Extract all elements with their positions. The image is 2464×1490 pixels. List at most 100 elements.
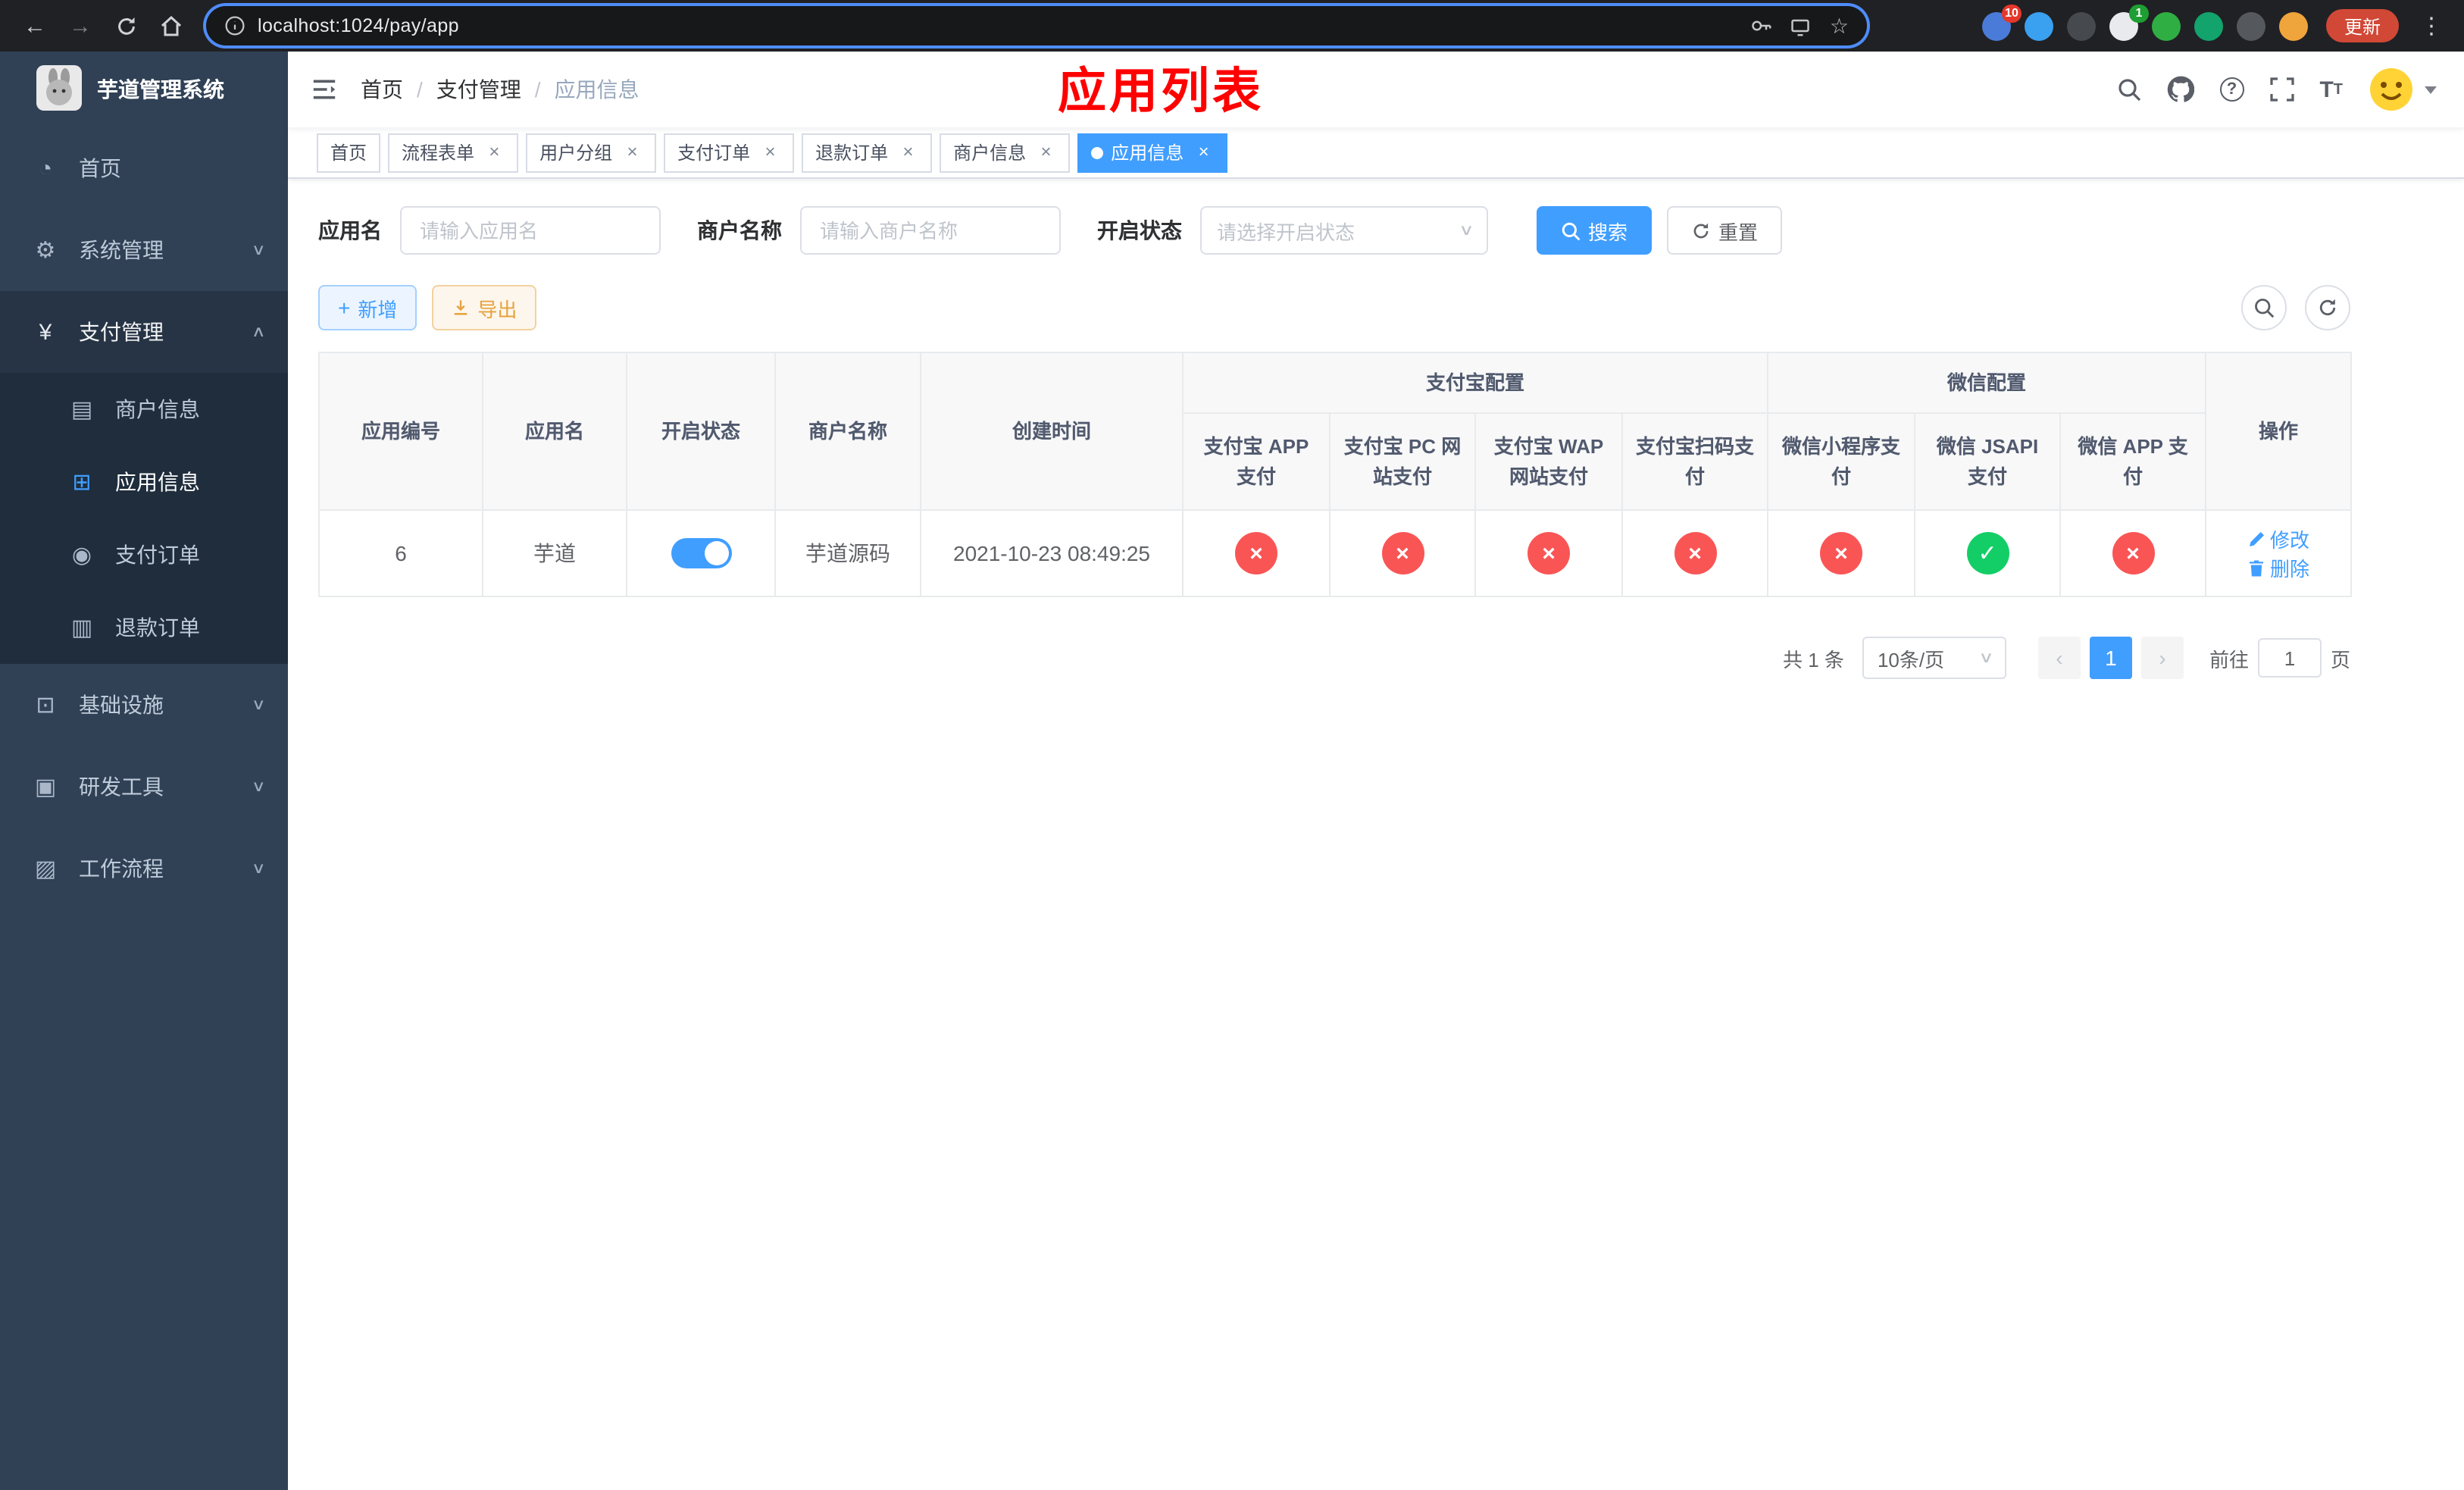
password-key-icon[interactable] (1751, 15, 1772, 36)
alipay-pc-status-icon: × (1381, 532, 1424, 574)
browser-menu-icon[interactable]: ⋮ (2414, 12, 2449, 39)
flow-icon: ▨ (34, 856, 57, 882)
sidebar-item-退款订单[interactable]: ▥ 退款订单 (0, 591, 288, 664)
breadcrumb-item-pay[interactable]: 支付管理 (436, 74, 521, 105)
tab-商户信息[interactable]: 商户信息 × (940, 133, 1071, 172)
col-alipay-pc: 支付宝 PC 网站支付 (1329, 412, 1476, 511)
bookmark-star-icon[interactable]: ☆ (1830, 13, 1849, 39)
breadcrumb-separator: / (417, 77, 423, 102)
sidebar-item-label: 基础设施 (79, 693, 164, 717)
status-toggle[interactable] (671, 538, 731, 568)
sidebar-item-基础设施[interactable]: ⊡ 基础设施 ∨ (0, 664, 288, 746)
tab-流程表单[interactable]: 流程表单 × (388, 133, 519, 172)
wechat-mini-status-icon: × (1820, 532, 1863, 574)
chevron-down-icon: ∨ (251, 242, 266, 258)
font-size-icon[interactable]: TT (2319, 77, 2343, 102)
export-button[interactable]: 导出 (432, 285, 537, 330)
goto-page-input[interactable] (2257, 638, 2322, 678)
group-alipay-config: 支付宝配置 (1181, 352, 1769, 414)
logo-avatar (36, 64, 82, 114)
extension-badge: 1 (2128, 4, 2149, 22)
tab-close-icon[interactable]: × (1193, 141, 1214, 163)
extension-icon-4[interactable]: 1 (2109, 4, 2149, 40)
url-text[interactable]: localhost:1024/pay/app (258, 15, 1733, 36)
table-right-tools (2223, 285, 2350, 330)
address-bar[interactable]: localhost:1024/pay/app ☆ (206, 6, 1867, 45)
extension-icon-2[interactable] (2024, 11, 2053, 40)
navbar-actions: ? TT (2116, 67, 2464, 112)
page-1-button[interactable]: 1 (2089, 637, 2132, 679)
sidebar-item-label: 商户信息 (115, 397, 200, 421)
tool-icon: ▣ (34, 775, 57, 800)
sidebar-item-商户信息[interactable]: ▤ 商户信息 (0, 373, 288, 446)
fullscreen-icon[interactable] (2269, 77, 2294, 102)
site-info-icon[interactable] (224, 15, 245, 36)
alipay-wap-status-icon: × (1527, 532, 1570, 574)
browser-update-button[interactable]: 更新 (2325, 9, 2399, 42)
toggle-search-icon[interactable] (2241, 285, 2287, 330)
tab-首页[interactable]: 首页 (317, 133, 381, 172)
extension-icon-5[interactable] (2151, 11, 2181, 40)
hamburger-icon[interactable] (288, 77, 361, 102)
monitor-icon: ⊡ (36, 693, 55, 718)
tab-close-icon[interactable]: × (621, 141, 643, 163)
sidebar-item-工作流程[interactable]: ▨ 工作流程 ∨ (0, 828, 288, 909)
cell-app-name: 芋道 (482, 509, 627, 597)
col-status: 开启状态 (626, 352, 776, 511)
extension-icon-3[interactable] (2066, 11, 2096, 40)
extension-icon-7[interactable] (2236, 11, 2265, 40)
tab-close-icon[interactable]: × (759, 141, 780, 163)
filter-form: 应用名 商户名称 开启状态 请选择开启状态 ∨ 搜索 (318, 206, 2350, 255)
col-alipay-qr: 支付宝扫码支付 (1621, 412, 1769, 511)
tab-close-icon[interactable]: × (483, 141, 505, 163)
forward-icon[interactable]: → (61, 6, 100, 45)
sidebar-item-支付管理[interactable]: ¥ 支付管理 ∧ (0, 291, 288, 373)
tab-支付订单[interactable]: 支付订单 × (664, 133, 795, 172)
delete-button[interactable]: 删除 (2247, 553, 2309, 582)
reset-button[interactable]: 重置 (1667, 206, 1783, 255)
next-page-button[interactable]: › (2140, 637, 2184, 679)
col-app-name: 应用名 (482, 352, 627, 511)
export-button-label: 导出 (477, 298, 518, 321)
profile-avatar[interactable] (2278, 11, 2308, 40)
col-merchant: 商户名称 (774, 352, 921, 511)
add-button[interactable]: + 新增 (318, 285, 417, 330)
tab-close-icon[interactable]: × (1035, 141, 1056, 163)
search-icon[interactable] (2116, 77, 2140, 102)
github-icon[interactable] (2166, 76, 2194, 103)
refresh-icon[interactable] (2305, 285, 2350, 330)
edit-button[interactable]: 修改 (2247, 524, 2309, 553)
sidebar-item-系统管理[interactable]: ⚙ 系统管理 ∨ (0, 209, 288, 291)
extension-icon-6[interactable] (2194, 11, 2223, 40)
sidebar-item-支付订单[interactable]: ◉ 支付订单 (0, 518, 288, 591)
merchant-name-input[interactable] (800, 206, 1061, 255)
sidebar-item-首页[interactable]: ◔ 首页 (0, 127, 288, 209)
status-select[interactable]: 请选择开启状态 ∨ (1200, 206, 1488, 255)
extension-icon-1[interactable]: 10 (1981, 4, 2022, 40)
plus-icon: + (338, 296, 351, 320)
search-button[interactable]: 搜索 (1537, 206, 1653, 255)
reload-icon[interactable] (106, 6, 145, 45)
tab-应用信息[interactable]: 应用信息 × (1077, 133, 1228, 172)
cell-merchant: 芋道源码 (774, 509, 921, 597)
table-row: 6 芋道 芋道源码 2021-10-23 08:49:25 × × × × × … (318, 509, 2353, 597)
tab-退款订单[interactable]: 退款订单 × (802, 133, 933, 172)
app-name-input[interactable] (400, 206, 661, 255)
share-icon[interactable] (1790, 15, 1812, 36)
app-title: 芋道管理系统 (97, 77, 224, 102)
breadcrumb-item-home[interactable]: 首页 (361, 74, 403, 105)
home-icon[interactable] (152, 6, 191, 45)
help-icon[interactable]: ? (2219, 77, 2244, 102)
alipay-app-status-icon: × (1235, 532, 1277, 574)
yen-icon: ¥ (39, 319, 52, 345)
tab-close-icon[interactable]: × (897, 141, 918, 163)
tab-用户分组[interactable]: 用户分组 × (526, 133, 657, 172)
sidebar-item-研发工具[interactable]: ▣ 研发工具 ∨ (0, 746, 288, 828)
prev-page-button[interactable]: ‹ (2037, 637, 2081, 679)
page-size-select[interactable]: 10条/页 ∨ (1862, 637, 2006, 679)
wechat-jsapi-status-icon: ✓ (1966, 532, 2009, 574)
user-avatar[interactable] (2369, 67, 2437, 112)
app-logo[interactable]: 芋道管理系统 (0, 52, 288, 127)
back-icon[interactable]: ← (15, 6, 55, 45)
sidebar-item-应用信息[interactable]: ⊞ 应用信息 (0, 446, 288, 518)
